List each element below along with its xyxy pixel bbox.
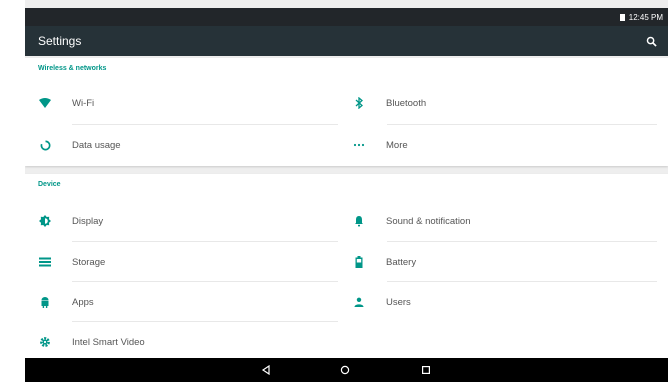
back-icon[interactable] (259, 363, 273, 377)
settings-item-label: Display (72, 215, 104, 227)
storage-list-icon (38, 255, 52, 269)
settings-item-data-usage[interactable]: Data usage (38, 125, 338, 165)
navigation-bar (25, 358, 668, 382)
settings-item-battery[interactable]: Battery (352, 242, 652, 282)
settings-item-label: Sound & notification (386, 215, 471, 227)
settings-item-intel-smart-video[interactable]: Intel Smart Video (38, 322, 338, 362)
settings-item-users[interactable]: Users (352, 282, 652, 322)
status-time: 12:45 PM (628, 12, 663, 22)
more-dots-icon (352, 138, 366, 152)
battery-icon (352, 255, 366, 269)
section-title-device: Device (38, 181, 61, 188)
settings-item-label: Wi-Fi (72, 97, 95, 109)
device-card: Device Display Sound & notification Stor… (25, 174, 668, 358)
display-brightness-icon (38, 214, 52, 228)
app-bar: Settings (25, 26, 668, 56)
settings-item-label: Bluetooth (386, 97, 427, 109)
settings-item-label: Apps (72, 296, 94, 308)
recents-icon[interactable] (419, 363, 433, 377)
settings-item-storage[interactable]: Storage (38, 242, 338, 282)
status-bar: 12:45 PM (25, 8, 668, 26)
page-title: Settings (38, 34, 82, 48)
bluetooth-icon (352, 96, 366, 110)
settings-item-bluetooth[interactable]: Bluetooth (352, 83, 652, 123)
home-icon[interactable] (338, 363, 352, 377)
settings-item-apps[interactable]: Apps (38, 282, 338, 322)
settings-item-label: More (386, 139, 408, 151)
section-title-wireless: Wireless & networks (38, 65, 107, 72)
settings-item-label: Storage (72, 256, 106, 268)
search-icon[interactable] (644, 34, 658, 48)
wireless-networks-card: Wireless & networks Wi-Fi Bluetooth Data… (25, 58, 668, 166)
data-usage-icon (38, 138, 52, 152)
settings-item-sound-notification[interactable]: Sound & notification (352, 201, 652, 241)
settings-item-more[interactable]: More (352, 125, 652, 165)
settings-item-label: Battery (386, 256, 417, 268)
android-icon (38, 295, 52, 309)
wifi-icon (38, 96, 52, 110)
bell-icon (352, 214, 366, 228)
settings-item-label: Data usage (72, 139, 121, 151)
settings-item-wifi[interactable]: Wi-Fi (38, 83, 338, 123)
user-icon (352, 295, 366, 309)
gear-icon (38, 335, 52, 349)
settings-item-display[interactable]: Display (38, 201, 338, 241)
settings-screen: 12:45 PM Settings Wireless & networks Wi… (25, 0, 668, 382)
battery-status-icon (619, 13, 625, 21)
settings-item-label: Users (386, 296, 411, 308)
settings-item-label: Intel Smart Video (72, 336, 145, 348)
